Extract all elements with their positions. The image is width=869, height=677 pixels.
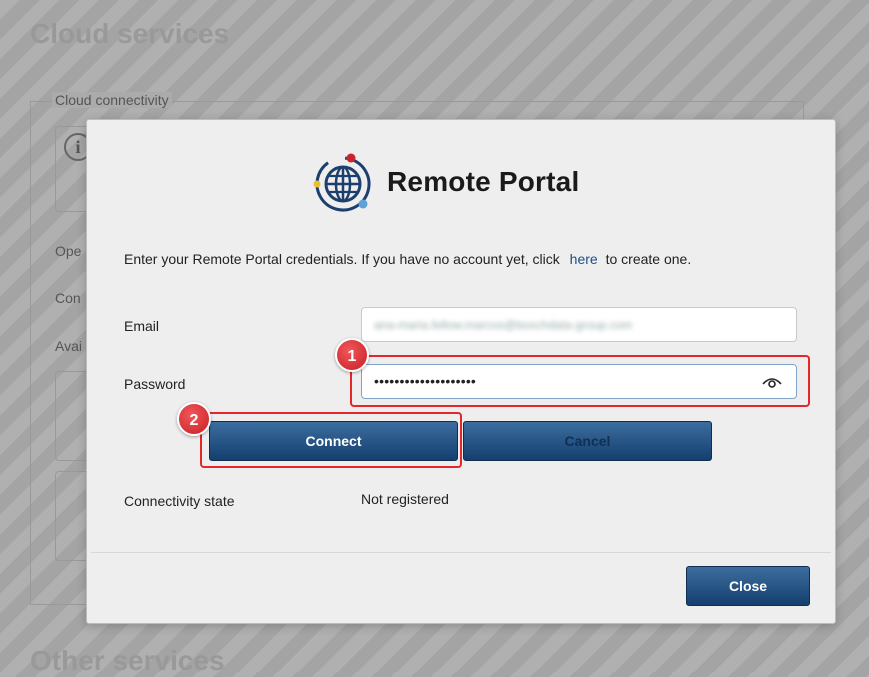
email-value: ana-maria.fellow.marcos@boschdata-group.… [374,318,633,332]
password-highlight [350,355,810,407]
email-field[interactable]: ana-maria.fellow.marcos@boschdata-group.… [361,307,797,342]
other-services-title: Other services [30,645,225,676]
intro-text: Enter your Remote Portal credentials. If… [124,251,560,267]
connectivity-state-value: Not registered [361,491,449,507]
background-label-connection: Con [55,290,81,306]
connectivity-state-label: Connectivity state [124,493,235,509]
email-label: Email [124,318,160,334]
create-account-link[interactable]: here [570,251,598,267]
section-legend: Cloud connectivity [52,92,172,108]
close-button[interactable]: Close [686,566,810,606]
background-label-operation: Ope [55,243,82,259]
credentials-instructions: Enter your Remote Portal credentials. If… [124,251,691,267]
cancel-button[interactable]: Cancel [463,421,712,461]
step-2-badge: 2 [177,402,211,436]
page-title: Cloud services [30,18,230,49]
password-label: Password [124,376,186,392]
intro-text-end: to create one. [605,251,692,267]
remote-portal-logo-text: Remote Portal [387,166,580,197]
step-1-badge: 1 [335,338,369,372]
remote-portal-globe-icon [313,153,371,212]
connect-highlight [200,412,462,468]
dialog-footer-divider [91,552,831,553]
background-label-available: Avai [55,338,82,354]
